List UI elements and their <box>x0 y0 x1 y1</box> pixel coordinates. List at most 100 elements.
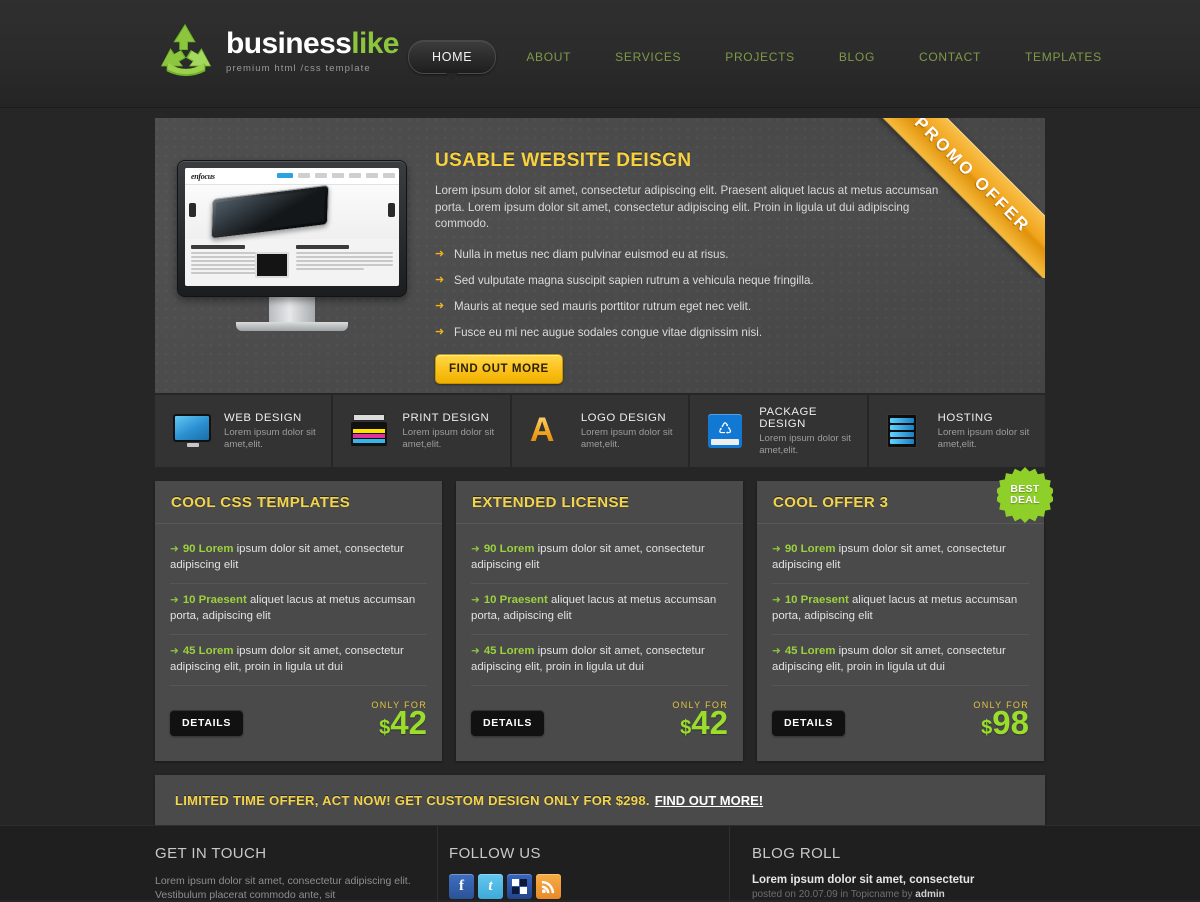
monitor-stand <box>269 297 315 322</box>
service-item-print-design[interactable]: PRINT DESIGN Lorem ipsum dolor sit amet,… <box>333 395 510 467</box>
banner-bullet-list: ➜ Nulla in metus nec diam pulvinar euismo… <box>435 247 940 340</box>
pricing-feature-highlight: 10 Praesent <box>784 594 849 606</box>
demo-site-nav <box>277 173 395 178</box>
site-logo[interactable]: businesslike premium html /css template <box>155 21 399 79</box>
service-item-package-design[interactable]: ♺ PACKAGE DESIGN Lorem ipsum dolor sit a… <box>690 395 867 467</box>
banner-bullet-item: ➜ Fusce eu mi nec augue sodales congue vi… <box>435 325 940 340</box>
banner-title: USABLE WEBSITE DEISGN <box>435 150 692 171</box>
promo-offer-ribbon[interactable]: PROMO OFFER <box>873 118 1045 278</box>
pricing-title: COOL CSS TEMPLATES <box>171 493 351 511</box>
currency-symbol: $ <box>379 717 391 739</box>
limited-time-offer-bar: LIMITED TIME OFFER, ACT NOW! GET CUSTOM … <box>155 775 1045 825</box>
arrow-bullet-icon: ➜ <box>170 594 179 606</box>
nav-home-pointer-icon <box>446 73 459 80</box>
pricing-box-cool-css-templates: COOL CSS TEMPLATES ➜ 90 Lorem ipsum dolor… <box>155 481 442 761</box>
demo-tablet-image <box>210 184 330 240</box>
service-title: WEB DESIGN <box>224 412 302 424</box>
pricing-box-cool-offer-3: BEST DEAL COOL OFFER 3 ➜ 90 Lorem ipsum do… <box>757 467 1053 761</box>
nav-item-home[interactable]: HOME <box>408 40 497 81</box>
banner-text-block: USABLE WEBSITE DEISGN Lorem ipsum dolor … <box>435 150 940 384</box>
arrow-bullet-icon: ➜ <box>471 645 480 657</box>
rss-icon[interactable] <box>536 874 561 899</box>
pricing-feature-highlight: 45 Lorem <box>784 645 836 657</box>
price-value: $42 <box>371 706 427 745</box>
arrow-bullet-icon: ➜ <box>170 543 179 555</box>
pricing-title: COOL OFFER 3 <box>773 493 889 511</box>
cta-text: LIMITED TIME OFFER, ACT NOW! GET CUSTOM … <box>175 792 650 808</box>
footer-heading-get-in-touch: GET IN TOUCH <box>155 845 267 862</box>
pricing-row: COOL CSS TEMPLATES ➜ 90 Lorem ipsum dolor… <box>155 467 1053 761</box>
footer-get-in-touch: GET IN TOUCH Lorem ipsum dolor sit amet,… <box>155 826 447 901</box>
pricing-feature: ➜ 10 Praesent aliquet lacus at metus accu… <box>772 584 1029 635</box>
details-button[interactable]: DETAILS <box>170 709 244 736</box>
logo-title-part1: business <box>226 27 352 60</box>
pricing-feature-highlight: 90 Lorem <box>182 543 234 555</box>
service-item-web-design[interactable]: WEB DESIGN Lorem ipsum dolor sit amet,el… <box>155 395 332 467</box>
social-links: f t <box>449 874 739 899</box>
nav-item-about[interactable]: ABOUT <box>526 50 571 64</box>
banner-bullet-text: Mauris at neque sed mauris porttitor rut… <box>454 299 752 313</box>
blog-post-meta: posted on 20.07.09 in Topicname by admin <box>752 889 1045 900</box>
pricing-feature-highlight: 45 Lorem <box>483 645 535 657</box>
banner-bullet-item: ➜ Nulla in metus nec diam pulvinar euismo… <box>435 247 940 262</box>
pricing-feature: ➜ 90 Lorem ipsum dolor sit amet, consecte… <box>772 533 1029 584</box>
best-deal-label: BEST DEAL <box>1010 483 1040 506</box>
details-button[interactable]: DETAILS <box>471 709 545 736</box>
arrow-bullet-icon: ➜ <box>435 299 445 312</box>
twitter-icon[interactable]: t <box>478 874 503 899</box>
service-item-hosting[interactable]: HOSTING Lorem ipsum dolor sit amet,elit. <box>868 395 1046 467</box>
nav-item-projects[interactable]: PROJECTS <box>725 50 795 64</box>
recycle-logo-icon <box>155 21 217 79</box>
arrow-bullet-icon: ➜ <box>471 543 480 555</box>
nav-item-services[interactable]: SERVICES <box>615 50 681 64</box>
pricing-feature: ➜ 10 Praesent aliquet lacus at metus accu… <box>170 584 427 635</box>
delicious-icon[interactable] <box>507 874 532 899</box>
blog-post-author[interactable]: admin <box>915 889 944 900</box>
service-title: HOSTING <box>937 412 994 424</box>
arrow-bullet-icon: ➜ <box>772 543 781 555</box>
arrow-bullet-icon: ➜ <box>435 325 445 338</box>
price-value: $98 <box>973 706 1029 745</box>
facebook-icon[interactable]: f <box>449 874 474 899</box>
pricing-feature: ➜ 10 Praesent aliquet lacus at metus accu… <box>471 584 728 635</box>
banner-bullet-text: Fusce eu mi nec augue sodales congue vit… <box>454 325 763 339</box>
blog-post-title[interactable]: Lorem ipsum dolor sit amet, consectetur <box>752 874 1045 886</box>
footer-heading-follow-us: FOLLOW US <box>449 845 541 862</box>
nav-item-contact[interactable]: CONTACT <box>919 50 981 64</box>
pricing-feature-highlight: 10 Praesent <box>182 594 247 606</box>
currency-symbol: $ <box>981 717 993 739</box>
demo-site-logo: enfocus <box>191 172 215 181</box>
cta-link[interactable]: FIND OUT MORE! <box>655 793 763 808</box>
service-title: PRINT DESIGN <box>402 412 490 424</box>
hero-banner: enfocus USABLE WEBSITE DEISGN Lorem ipsu… <box>155 118 1045 393</box>
pricing-feature: ➜ 45 Lorem ipsum dolor sit amet, consecte… <box>772 635 1029 686</box>
nav-item-home-label: HOME <box>432 50 473 64</box>
price-amount: 42 <box>691 704 728 741</box>
service-desc: Lorem ipsum dolor sit amet,elit. <box>937 427 1030 450</box>
service-item-logo-design[interactable]: A LOGO DESIGN Lorem ipsum dolor sit amet… <box>511 395 689 467</box>
pricing-feature: ➜ 45 Lorem ipsum dolor sit amet, consecte… <box>471 635 728 686</box>
server-rack-icon <box>886 414 927 448</box>
site-header: businesslike premium html /css template … <box>0 0 1200 108</box>
footer-follow-us: FOLLOW US f t <box>437 826 739 901</box>
pricing-feature-highlight: 45 Lorem <box>182 645 234 657</box>
details-button[interactable]: DETAILS <box>772 709 846 736</box>
demo-column-left <box>191 245 289 278</box>
pricing-title: EXTENDED LICENSE <box>472 493 630 511</box>
monitor-base <box>236 322 348 331</box>
page-content: enfocus USABLE WEBSITE DEISGN Lorem ipsu… <box>155 118 1053 825</box>
logo-title-part2: like <box>351 27 399 60</box>
arrow-bullet-icon: ➜ <box>435 247 445 260</box>
pricing-box-extended-license: EXTENDED LICENSE ➜ 90 Lorem ipsum dolor s… <box>456 481 743 761</box>
banner-bullet-text: Sed vulputate magna suscipit sapien rutr… <box>454 273 814 287</box>
monitor-illustration: enfocus <box>177 160 407 331</box>
find-out-more-button[interactable]: FIND OUT MORE <box>435 353 563 384</box>
nav-item-blog[interactable]: BLOG <box>839 50 875 64</box>
service-title: LOGO DESIGN <box>580 412 667 424</box>
nav-item-templates[interactable]: TEMPLATES <box>1025 50 1102 64</box>
recycle-box-icon: ♺ <box>708 414 748 448</box>
demo-slider-prev-icon <box>189 203 196 217</box>
price-amount: 98 <box>992 704 1029 741</box>
demo-slider-next-icon <box>388 203 395 217</box>
logo-title: businesslike <box>226 29 399 59</box>
